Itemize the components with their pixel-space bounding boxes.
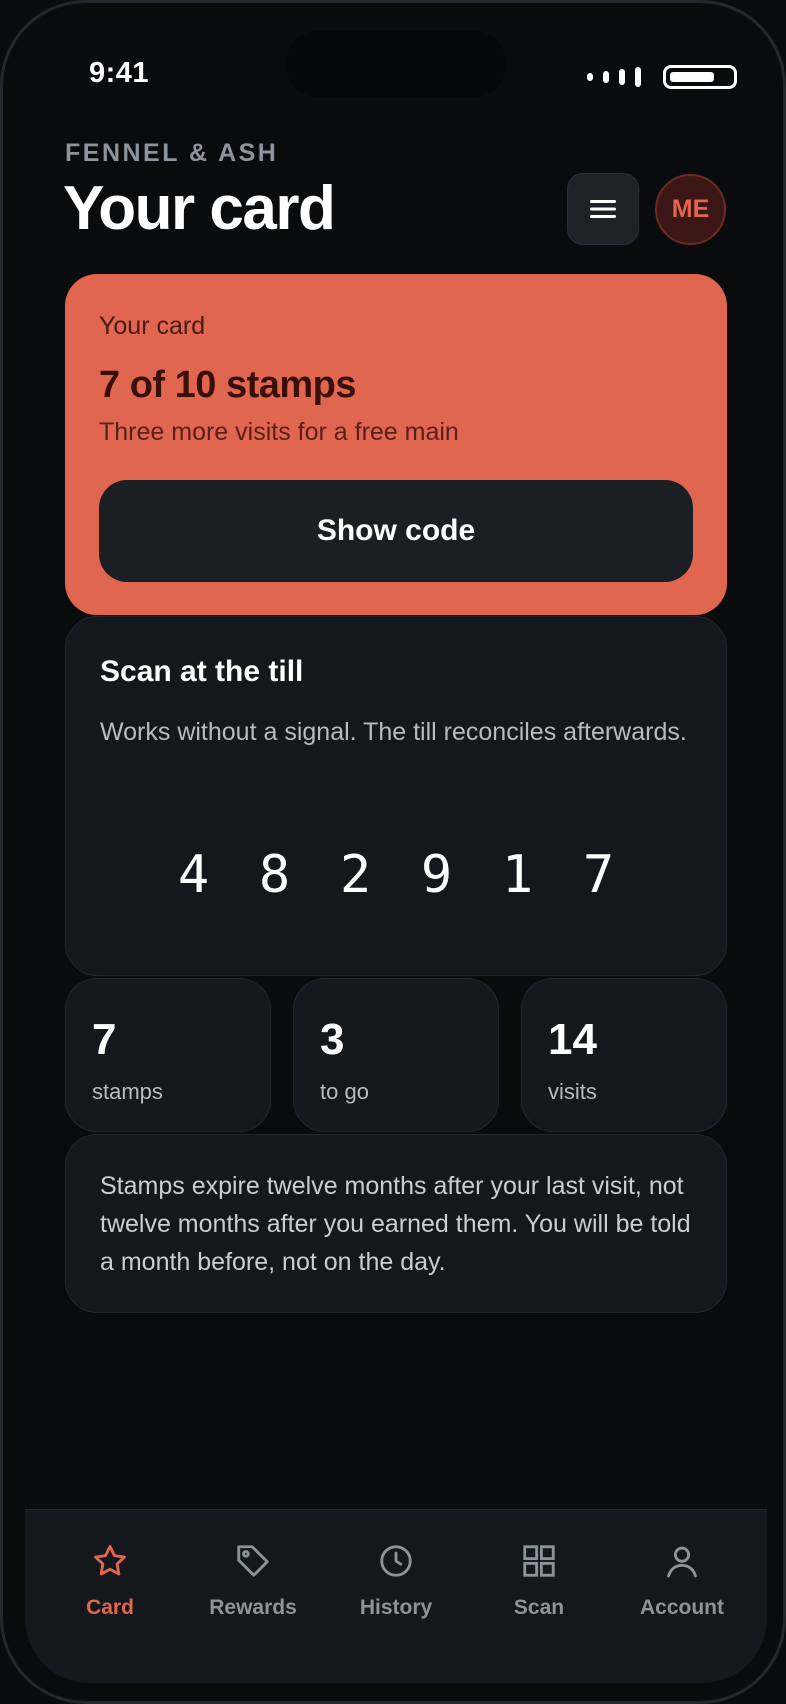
stat-value: 7 [92,1015,117,1064]
dynamic-island [286,31,506,97]
till-code: 4 8 2 9 1 7 [66,845,726,905]
code-digit: 1 [501,845,534,905]
stat-label: visits [548,1079,597,1104]
tab-account[interactable]: Account [612,1542,752,1632]
stat-value: 3 [320,1015,345,1064]
hamburger-menu-icon [590,200,616,218]
card-eyebrow: Your card [99,312,206,340]
tag-icon [237,1545,269,1577]
status-time: 9:41 [89,57,150,89]
scan-title: Scan at the till [100,655,304,688]
stat-visits: 14 visits [521,978,727,1132]
expiry-note: Stamps expire twelve months after your l… [100,1172,691,1276]
stamp-progress-title: 7 of 10 stamps [99,364,357,406]
tab-card[interactable]: Card [40,1542,180,1632]
phone-frame: 9:41 FENNEL & ASH Your card ME Your card… [0,0,786,1704]
expiry-note-card: Stamps expire twelve months after your l… [65,1134,727,1313]
code-digit: 8 [258,845,291,905]
battery-icon [663,65,737,89]
menu-button[interactable] [567,173,639,245]
clock-icon [380,1545,412,1577]
tab-label: Card [86,1596,134,1619]
tab-label: Account [640,1596,724,1619]
card-subtitle: Three more visits for a free main [99,418,459,446]
tab-label: History [359,1596,433,1619]
code-digit: 4 [177,845,210,905]
brand-name: FENNEL & ASH [65,139,279,167]
user-icon [667,1546,697,1578]
code-digit: 7 [582,845,615,905]
scan-description: Works without a signal. The till reconci… [100,718,687,746]
stat-stamps: 7 stamps [65,978,271,1132]
avatar[interactable]: ME [655,174,726,245]
stat-label: stamps [92,1079,163,1104]
tab-history[interactable]: History [326,1542,466,1632]
code-digit: 2 [339,845,372,905]
stat-label: to go [320,1079,369,1104]
signal-icon [587,67,643,87]
stat-value: 14 [548,1015,597,1064]
tab-bar: Card Rewards History Scan Account [25,1509,767,1683]
tab-scan[interactable]: Scan [469,1542,609,1632]
tab-rewards[interactable]: Rewards [183,1542,323,1632]
stat-to-go: 3 to go [293,978,499,1132]
code-digit: 9 [420,845,453,905]
page-title: Your card [63,174,336,243]
scan-card: Scan at the till Works without a signal.… [65,616,727,976]
star-icon [94,1545,126,1576]
tab-label: Rewards [209,1596,297,1619]
tab-label: Scan [513,1596,565,1619]
show-code-button[interactable]: Show code [99,480,693,582]
loyalty-card: Your card 7 of 10 stamps Three more visi… [65,274,727,615]
grid-icon [523,1545,555,1577]
